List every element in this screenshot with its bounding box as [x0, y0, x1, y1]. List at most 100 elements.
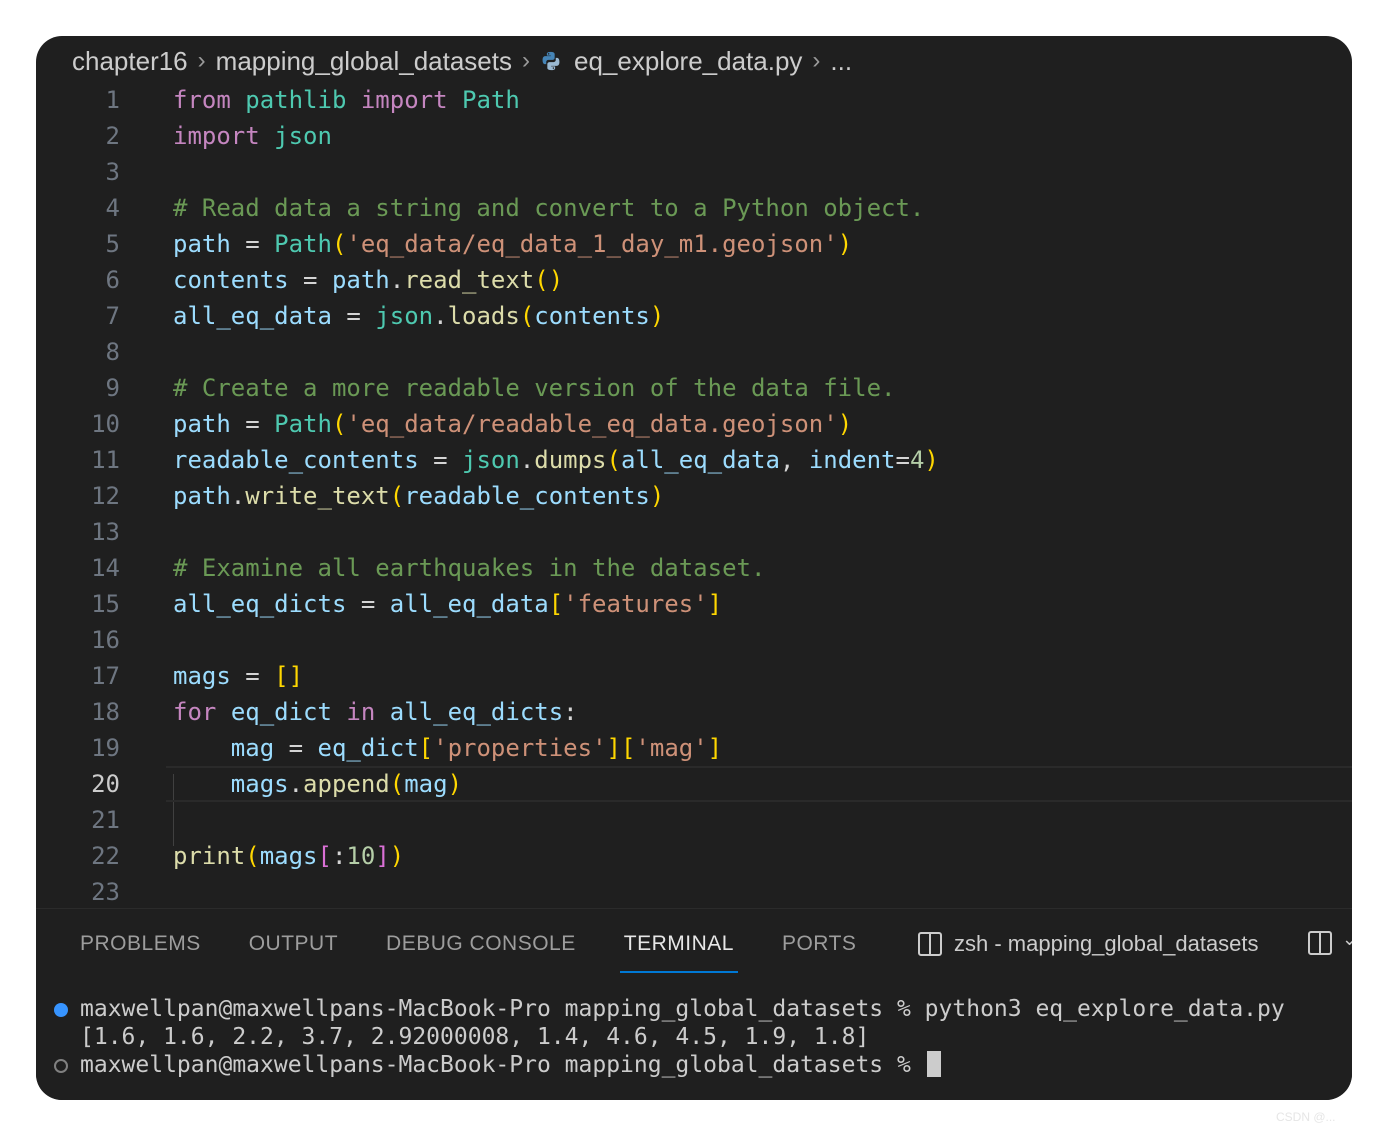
tab-ports[interactable]: PORTS — [782, 929, 856, 973]
code-text: all_eq_dicts = all_eq_data['features'] — [173, 586, 722, 622]
chevron-down-icon[interactable]: ⌄ — [1342, 929, 1352, 950]
code-token: path — [173, 482, 231, 510]
code-line[interactable]: 2 import json — [36, 118, 1352, 154]
code-text: path = Path('eq_data/eq_data_1_day_m1.ge… — [173, 226, 852, 262]
code-line[interactable]: 7 all_eq_data = json.loads(contents) — [36, 298, 1352, 334]
command-pending-icon[interactable] — [54, 1059, 68, 1073]
line-number[interactable]: 23 — [36, 874, 120, 910]
code-line[interactable]: 1 from pathlib import Path — [36, 82, 1352, 118]
code-token: ( — [389, 482, 405, 510]
tab-debug-console[interactable]: DEBUG CONSOLE — [386, 929, 576, 973]
line-number[interactable]: 8 — [36, 334, 120, 370]
code-token: Path — [462, 86, 520, 114]
code-line[interactable]: 19 mag = eq_dict['properties']['mag'] — [36, 730, 1352, 766]
code-editor[interactable]: 1 from pathlib import Path 2 import json 3 4 #… — [36, 82, 1352, 908]
line-number[interactable]: 21 — [36, 802, 120, 838]
code-text: all_eq_data = json.loads(contents) — [173, 298, 664, 334]
tab-problems[interactable]: PROBLEMS — [80, 929, 201, 973]
code-token: = — [346, 590, 390, 618]
code-token: ) — [924, 446, 939, 474]
code-line[interactable]: 10 path = Path('eq_data/readable_eq_data.… — [36, 406, 1352, 442]
tab-output[interactable]: OUTPUT — [249, 929, 338, 973]
terminal-title: zsh - mapping_global_datasets — [954, 931, 1259, 956]
code-text: # Read data a string and convert to a Py… — [173, 190, 924, 226]
code-token: = — [230, 662, 275, 690]
terminal-selector[interactable]: zsh - mapping_global_datasets — [918, 929, 1259, 959]
code-token: = — [331, 302, 376, 330]
code-text: from pathlib import Path — [173, 82, 520, 118]
line-number[interactable]: 6 — [36, 262, 120, 298]
code-text: path = Path('eq_data/readable_eq_data.ge… — [173, 406, 852, 442]
code-line[interactable]: 22 print(mags[:10]) — [36, 838, 1352, 874]
line-number[interactable]: 12 — [36, 478, 120, 514]
code-line[interactable]: 14 # Examine all earthquakes in the datas… — [36, 550, 1352, 586]
code-line[interactable]: 21 — [36, 802, 1352, 838]
code-text: print(mags[:10]) — [173, 838, 404, 874]
line-number[interactable]: 15 — [36, 586, 120, 622]
line-number[interactable]: 22 — [36, 838, 120, 874]
line-number[interactable]: 20 — [36, 766, 120, 802]
breadcrumb-item-symbols[interactable]: ... — [830, 46, 852, 77]
line-number[interactable]: 13 — [36, 514, 120, 550]
terminal-output: [1.6, 1.6, 2.2, 3.7, 2.92000008, 1.4, 4.… — [80, 1024, 870, 1050]
line-number[interactable]: 16 — [36, 622, 120, 658]
line-number[interactable]: 18 — [36, 694, 120, 730]
code-line[interactable]: 15 all_eq_dicts = all_eq_data['features'] — [36, 586, 1352, 622]
python-icon — [542, 51, 560, 71]
code-line[interactable]: 9 # Create a more readable version of the… — [36, 370, 1352, 406]
code-token: 4 — [909, 446, 925, 474]
code-line[interactable]: 3 — [36, 154, 1352, 190]
command-success-icon[interactable] — [54, 1003, 68, 1017]
watermark: CSDN @... — [1276, 1110, 1336, 1124]
breadcrumb-item-file[interactable]: eq_explore_data.py — [574, 46, 802, 77]
split-terminal-icon[interactable] — [1308, 931, 1332, 955]
code-line[interactable]: 20 mags.append(mag) — [36, 766, 1352, 802]
code-token: ) — [649, 302, 665, 330]
line-number[interactable]: 11 — [36, 442, 120, 478]
line-number[interactable]: 19 — [36, 730, 120, 766]
line-number[interactable]: 9 — [36, 370, 120, 406]
breadcrumb-item-folder[interactable]: chapter16 — [72, 46, 188, 77]
code-token: mags — [230, 770, 289, 798]
code-token: in — [346, 698, 376, 726]
code-line[interactable]: 12 path.write_text(readable_contents) — [36, 478, 1352, 514]
code-token: Path — [274, 410, 332, 438]
code-token: ( — [331, 230, 347, 258]
code-line[interactable]: 17 mags = [] — [36, 658, 1352, 694]
line-number[interactable]: 14 — [36, 550, 120, 586]
code-line[interactable]: 11 readable_contents = json.dumps(all_eq_… — [36, 442, 1352, 478]
breadcrumb-item-subfolder[interactable]: mapping_global_datasets — [216, 46, 512, 77]
terminal-prompt[interactable]: maxwellpan@maxwellpans-MacBook-Pro mappi… — [80, 1051, 941, 1079]
code-token: = — [230, 410, 275, 438]
code-line[interactable]: 13 — [36, 514, 1352, 550]
code-line[interactable]: 6 contents = path.read_text() — [36, 262, 1352, 298]
chevron-right-icon: › — [812, 47, 821, 74]
code-line[interactable]: 5 path = Path('eq_data/eq_data_1_day_m1.g… — [36, 226, 1352, 262]
tab-terminal[interactable]: TERMINAL — [619, 929, 739, 973]
code-line[interactable]: 4 # Read data a string and convert to a P… — [36, 190, 1352, 226]
code-line[interactable]: 8 — [36, 334, 1352, 370]
line-number[interactable]: 10 — [36, 406, 120, 442]
line-number[interactable]: 2 — [36, 118, 120, 154]
code-token: . — [230, 482, 246, 510]
code-token: ( — [331, 410, 347, 438]
code-token: = — [274, 734, 318, 762]
code-token: contents — [173, 266, 289, 294]
code-token: read_text — [404, 266, 535, 294]
code-line[interactable]: 23 — [36, 874, 1352, 910]
code-line[interactable]: 18 for eq_dict in all_eq_dicts: — [36, 694, 1352, 730]
line-number[interactable]: 1 — [36, 82, 120, 118]
line-number[interactable]: 3 — [36, 154, 120, 190]
line-number[interactable]: 5 — [36, 226, 120, 262]
code-token: ) — [447, 770, 463, 798]
code-line[interactable]: 16 — [36, 622, 1352, 658]
code-token: 'eq_data/eq_data_1_day_m1.geojson' — [346, 230, 838, 258]
code-token: . — [288, 770, 304, 798]
line-number[interactable]: 17 — [36, 658, 120, 694]
line-number[interactable]: 7 — [36, 298, 120, 334]
code-token: ( — [606, 446, 621, 474]
line-number[interactable]: 4 — [36, 190, 120, 226]
